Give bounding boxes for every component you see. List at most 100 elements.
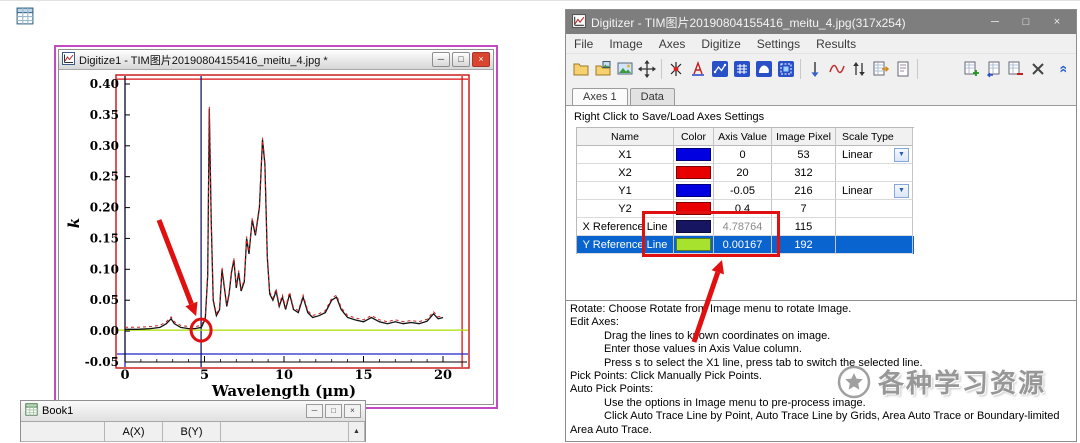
axis-value-cell[interactable]: 20: [714, 164, 772, 182]
help-line: Drag the lines to known coordinates on i…: [570, 330, 1072, 343]
menu-results[interactable]: Results: [808, 37, 864, 51]
watermark-text: 各种学习资源: [878, 363, 1046, 400]
svg-text:0.10: 0.10: [90, 262, 119, 276]
svg-text:-0.05: -0.05: [85, 355, 119, 369]
move-axes-icon[interactable]: [636, 58, 658, 80]
edit-axes-icon[interactable]: [687, 58, 709, 80]
svg-text:15: 15: [354, 368, 372, 383]
column-header[interactable]: Name: [577, 128, 674, 146]
toolbar-separator: [800, 59, 801, 79]
help-line: Rotate: Choose Rotate from Image menu to…: [570, 303, 1072, 316]
open-icon[interactable]: [570, 58, 592, 80]
maximize-button[interactable]: □: [325, 404, 342, 418]
collapse-toolbar-icon[interactable]: »: [1054, 59, 1070, 79]
axes-table-row[interactable]: X1053Linear▼: [577, 146, 914, 164]
digitize-window-titlebar[interactable]: Digitize1 - TIM图片20190804155416_meitu_4.…: [59, 50, 493, 70]
scale-type-cell: [836, 164, 913, 182]
color-swatch[interactable]: [676, 148, 711, 161]
digitizer-tabs: Axes 1 Data: [566, 84, 1076, 105]
minimize-button[interactable]: ─: [982, 12, 1008, 32]
restore-button[interactable]: □: [452, 52, 470, 67]
svg-text:0.20: 0.20: [90, 201, 119, 215]
axes-table-row[interactable]: Y Reference Line0.00167192: [577, 236, 914, 254]
menu-image[interactable]: Image: [601, 37, 650, 51]
import-image-icon[interactable]: [614, 58, 636, 80]
close-button[interactable]: ×: [344, 404, 361, 418]
axes-table-row[interactable]: X Reference Line4.78764115: [577, 218, 914, 236]
watermark-logo-icon: [836, 364, 872, 400]
help-line: Area Auto Trace.: [570, 424, 1072, 437]
open-image-icon[interactable]: [592, 58, 614, 80]
column-header-b[interactable]: B(Y): [163, 422, 221, 442]
scale-type-cell: [836, 236, 913, 254]
scale-type-dropdown[interactable]: ▼: [894, 184, 909, 198]
menu-axes[interactable]: Axes: [651, 37, 694, 51]
menu-settings[interactable]: Settings: [749, 37, 808, 51]
tab-data[interactable]: Data: [630, 88, 675, 105]
delete-points-icon[interactable]: [804, 58, 826, 80]
axes-table-row[interactable]: Y20.47: [577, 200, 914, 218]
column-header-a[interactable]: A(X): [105, 422, 163, 442]
minimize-button[interactable]: ─: [432, 52, 450, 67]
minimize-button[interactable]: ─: [306, 404, 323, 418]
column-header[interactable]: Axis Value: [714, 128, 772, 146]
svg-text:0.30: 0.30: [90, 139, 119, 153]
tab-axes1[interactable]: Axes 1: [572, 88, 628, 105]
svg-text:0.35: 0.35: [90, 108, 119, 122]
remove-data-icon[interactable]: [1005, 58, 1027, 80]
scale-type-dropdown[interactable]: ▼: [894, 148, 909, 162]
reorder-points-icon[interactable]: [848, 58, 870, 80]
axis-value-cell[interactable]: 0.4: [714, 200, 772, 218]
color-swatch[interactable]: [676, 184, 711, 197]
row-color-cell: [674, 164, 714, 182]
digitized-chart[interactable]: 0.400.350.300.250.200.150.100.050.00-0.0…: [59, 70, 493, 404]
scale-type-cell: [836, 218, 913, 236]
row-color-cell: [674, 146, 714, 164]
svg-text:Wavelength (μm): Wavelength (μm): [211, 382, 356, 400]
scale-type-cell: Linear▼: [836, 182, 913, 200]
column-header[interactable]: Scale Type: [836, 128, 913, 146]
axis-value-cell[interactable]: -0.05: [714, 182, 772, 200]
worksheet-corner-cell[interactable]: [21, 422, 105, 442]
image-pixel-cell: 115: [772, 218, 836, 236]
new-data-icon[interactable]: [961, 58, 983, 80]
color-swatch[interactable]: [676, 202, 711, 215]
pick-points-icon[interactable]: [665, 58, 687, 80]
goto-data-icon[interactable]: [870, 58, 892, 80]
axis-value-cell[interactable]: 0: [714, 146, 772, 164]
close-button[interactable]: ×: [1044, 12, 1070, 32]
area-auto-trace-icon[interactable]: [753, 58, 775, 80]
menu-file[interactable]: File: [566, 37, 601, 51]
auto-trace-grids-icon[interactable]: [731, 58, 753, 80]
axes-table-row[interactable]: X220312: [577, 164, 914, 182]
column-header[interactable]: Color: [674, 128, 714, 146]
close-tool-icon[interactable]: [1027, 58, 1049, 80]
column-header[interactable]: Image Pixel: [772, 128, 836, 146]
report-icon[interactable]: [892, 58, 914, 80]
color-swatch[interactable]: [676, 238, 711, 251]
row-color-cell: [674, 200, 714, 218]
digitize-window-title: Digitize1 - TIM图片20190804155416_meitu_4.…: [79, 52, 428, 68]
worksheet-icon: [25, 403, 38, 419]
color-swatch[interactable]: [676, 166, 711, 179]
book1-window: Book1 ─ □ × A(X) B(Y) ▲: [20, 400, 366, 442]
next-line-icon[interactable]: [983, 58, 1005, 80]
maximize-button[interactable]: □: [1013, 12, 1039, 32]
color-swatch[interactable]: [676, 220, 711, 233]
auto-trace-point-icon[interactable]: [709, 58, 731, 80]
worksheet-icon[interactable]: [16, 7, 34, 30]
axes-table-row[interactable]: Y1-0.05216Linear▼: [577, 182, 914, 200]
close-button[interactable]: ×: [472, 52, 490, 67]
smooth-points-icon[interactable]: [826, 58, 848, 80]
svg-text:0: 0: [120, 368, 129, 383]
book1-titlebar[interactable]: Book1 ─ □ ×: [21, 401, 365, 422]
toolbar-separator: [661, 59, 662, 79]
digitizer-titlebar[interactable]: Digitizer - TIM图片20190804155416_meitu_4.…: [566, 10, 1076, 34]
boundary-area-trace-icon[interactable]: [775, 58, 797, 80]
scroll-up-button[interactable]: ▲: [348, 422, 365, 442]
menu-digitize[interactable]: Digitize: [693, 37, 748, 51]
axis-value-cell[interactable]: 0.00167: [714, 236, 772, 254]
digitize-graph-icon: [62, 52, 75, 68]
axis-value-cell[interactable]: 4.78764: [714, 218, 772, 236]
table-header-row: NameColorAxis ValueImage PixelScale Type: [577, 128, 914, 146]
